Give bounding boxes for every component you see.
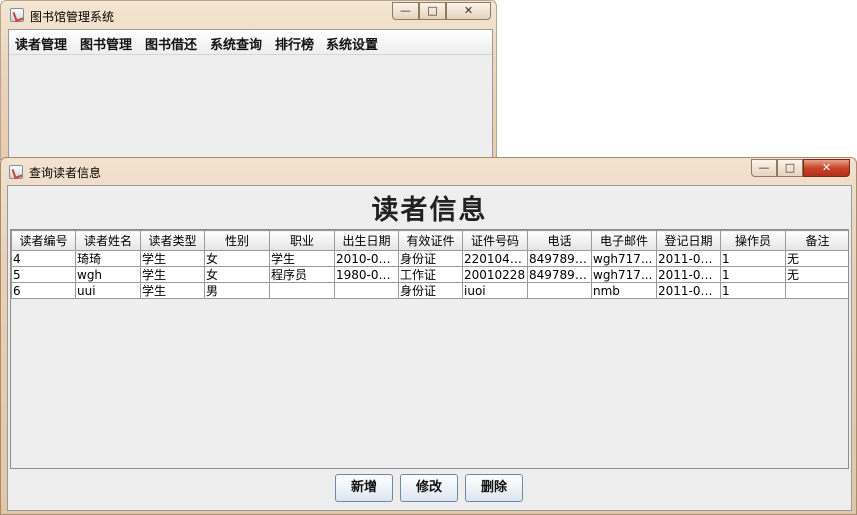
table-cell[interactable]: 女 — [204, 250, 270, 267]
table-cell[interactable] — [269, 282, 335, 299]
table-cell[interactable]: 84978981 — [527, 266, 592, 283]
column-header-reader-id[interactable]: 读者编号 — [11, 230, 76, 251]
edit-button[interactable]: 修改 — [400, 474, 458, 502]
table-cell[interactable]: 4 — [11, 250, 76, 267]
main-window-titlebar[interactable]: 图书馆管理系统 — □ ✕ — [1, 1, 496, 29]
table-cell[interactable]: 无 — [785, 266, 848, 283]
table-cell[interactable]: 学生 — [140, 266, 205, 283]
menu-reader-management[interactable]: 读者管理 — [15, 34, 67, 53]
dialog-client: 读者信息 读者编号 读者姓名 读者类型 性别 职业 出生日期 有效证件 证件号码… — [7, 185, 852, 511]
table-cell[interactable]: wgh — [75, 266, 141, 283]
table-cell[interactable]: 工作证 — [398, 266, 463, 283]
page-title: 读者信息 — [371, 195, 488, 226]
column-header-remark[interactable]: 备注 — [785, 230, 848, 251]
app-icon — [10, 8, 24, 22]
main-window-title: 图书馆管理系统 — [30, 10, 115, 24]
column-header-id-number[interactable]: 证件号码 — [462, 230, 528, 251]
column-header-register-date[interactable]: 登记日期 — [656, 230, 721, 251]
action-button-bar: 新增 修改 删除 — [8, 474, 851, 508]
table-cell[interactable]: iuoi — [462, 282, 528, 299]
table-cell[interactable]: 2011-02-... — [656, 282, 721, 299]
table-cell[interactable]: uui — [75, 282, 141, 299]
table-cell[interactable]: 20010228 — [462, 266, 528, 283]
dialog-titlebar[interactable]: 查询读者信息 — □ ✕ — [1, 158, 856, 186]
column-header-occupation[interactable]: 职业 — [269, 230, 335, 251]
menu-book-borrow-return[interactable]: 图书借还 — [145, 34, 197, 53]
table-cell[interactable]: 2011-02-... — [656, 250, 721, 267]
table-cell[interactable]: 1 — [720, 266, 786, 283]
table-cell[interactable] — [334, 282, 399, 299]
column-header-birth-date[interactable]: 出生日期 — [334, 230, 399, 251]
table-cell[interactable]: nmb — [591, 282, 657, 299]
table-cell[interactable]: 84978981 — [527, 250, 592, 267]
table-cell[interactable]: 男 — [204, 282, 270, 299]
table-cell[interactable]: 学生 — [140, 282, 205, 299]
table-cell[interactable]: 6 — [11, 282, 76, 299]
main-window-client: 读者管理 图书管理 图书借还 系统查询 排行榜 系统设置 — [8, 29, 493, 161]
table-cell[interactable]: 1 — [720, 250, 786, 267]
close-button[interactable]: ✕ — [446, 2, 491, 20]
table-cell[interactable]: 学生 — [269, 250, 335, 267]
column-header-phone[interactable]: 电话 — [527, 230, 592, 251]
table-cell[interactable] — [527, 282, 592, 299]
column-header-email[interactable]: 电子邮件 — [591, 230, 657, 251]
menu-bar: 读者管理 图书管理 图书借还 系统查询 排行榜 系统设置 — [9, 30, 492, 55]
table-row[interactable]: 6 uui 学生 男 身份证 iuoi nmb 2011-02-... 1 — [11, 282, 848, 299]
minimize-button[interactable]: — — [392, 2, 419, 20]
main-window: 图书馆管理系统 — □ ✕ 读者管理 图书管理 图书借还 系统查询 排行榜 系统… — [0, 0, 497, 161]
table-cell[interactable]: 2011-02-... — [656, 266, 721, 283]
table-cell[interactable]: 2201042... — [462, 250, 528, 267]
delete-button[interactable]: 删除 — [465, 474, 523, 502]
column-header-gender[interactable]: 性别 — [204, 230, 270, 251]
table-cell[interactable]: wgh717... — [591, 250, 657, 267]
dialog-maximize-button[interactable]: □ — [777, 159, 803, 177]
table-cell[interactable] — [785, 282, 848, 299]
add-button[interactable]: 新增 — [335, 474, 393, 502]
table-cell[interactable]: 身份证 — [398, 250, 463, 267]
dialog-close-button[interactable]: ✕ — [803, 159, 850, 177]
menu-system-query[interactable]: 系统查询 — [210, 34, 262, 53]
table-cell[interactable]: 2010-07-... — [334, 250, 399, 267]
table-cell[interactable]: 女 — [204, 266, 270, 283]
column-header-operator[interactable]: 操作员 — [720, 230, 786, 251]
table-cell[interactable]: 程序员 — [269, 266, 335, 283]
table-header-row: 读者编号 读者姓名 读者类型 性别 职业 出生日期 有效证件 证件号码 电话 电… — [11, 230, 848, 251]
table-cell[interactable]: wgh717... — [591, 266, 657, 283]
table-cell[interactable]: 1980-07-... — [334, 266, 399, 283]
dialog-minimize-button[interactable]: — — [751, 159, 777, 177]
table-cell[interactable]: 身份证 — [398, 282, 463, 299]
reader-table-container[interactable]: 读者编号 读者姓名 读者类型 性别 职业 出生日期 有效证件 证件号码 电话 电… — [10, 229, 849, 469]
dialog-title: 查询读者信息 — [29, 166, 102, 180]
column-header-reader-name[interactable]: 读者姓名 — [75, 230, 141, 251]
table-row[interactable]: 5 wgh 学生 女 程序员 1980-07-... 工作证 20010228 … — [11, 266, 848, 283]
menu-ranking[interactable]: 排行榜 — [275, 34, 314, 53]
column-header-id-type[interactable]: 有效证件 — [398, 230, 463, 251]
table-row[interactable]: 4 琦琦 学生 女 学生 2010-07-... 身份证 2201042... … — [11, 250, 848, 267]
dialog-app-icon — [9, 165, 23, 179]
maximize-button[interactable]: □ — [419, 2, 446, 20]
table-cell[interactable]: 无 — [785, 250, 848, 267]
reader-query-dialog: 查询读者信息 — □ ✕ 读者信息 读者编号 读者姓名 读者类型 性别 职业 出… — [0, 157, 857, 515]
table-cell[interactable]: 5 — [11, 266, 76, 283]
table-cell[interactable]: 学生 — [140, 250, 205, 267]
menu-system-settings[interactable]: 系统设置 — [326, 34, 378, 53]
column-header-reader-type[interactable]: 读者类型 — [140, 230, 205, 251]
menu-book-management[interactable]: 图书管理 — [80, 34, 132, 53]
table-cell[interactable]: 琦琦 — [75, 250, 141, 267]
table-cell[interactable]: 1 — [720, 282, 786, 299]
reader-table[interactable]: 读者编号 读者姓名 读者类型 性别 职业 出生日期 有效证件 证件号码 电话 电… — [11, 230, 848, 299]
